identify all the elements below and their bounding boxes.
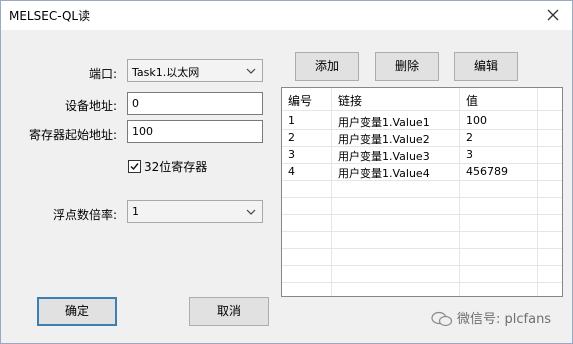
wechat-icon: [431, 311, 453, 327]
column-header-value[interactable]: 值: [466, 92, 478, 109]
row-value: 100: [466, 114, 487, 127]
float-rate-label: 浮点数倍率:: [52, 208, 117, 222]
register-start-label: 寄存器起始地址:: [28, 128, 117, 142]
row-link: 用户变量1.Value1: [338, 116, 430, 129]
row-divider: [282, 282, 562, 283]
dialog-window: MELSEC-QL读 端口: Task1.以太网 设备地址: 0 寄存器起始地址…: [0, 0, 573, 344]
row-divider: [282, 231, 562, 232]
port-select[interactable]: Task1.以太网: [127, 59, 263, 82]
row-divider: [282, 180, 562, 181]
row-id: 4: [288, 165, 295, 178]
row-divider: [282, 197, 562, 198]
checkbox-box[interactable]: [128, 160, 141, 173]
row-divider: [282, 129, 562, 130]
register-start-field[interactable]: 100: [127, 120, 263, 143]
reg32-label: 32位寄存器: [144, 160, 208, 174]
row-value: 3: [466, 148, 473, 161]
checkmark-icon: [130, 163, 139, 171]
register-start-value: 100: [132, 125, 153, 138]
chevron-down-icon: [246, 68, 256, 74]
add-button[interactable]: 添加: [295, 52, 359, 81]
chevron-down-icon: [246, 209, 256, 215]
variable-table[interactable]: 编号 链接 值 1 用户变量1.Value1 100 2 用户变量1.Value…: [281, 87, 563, 297]
column-header-id[interactable]: 编号: [288, 92, 312, 109]
table-header: 编号 链接 值: [282, 88, 562, 110]
row-link: 用户变量1.Value4: [338, 167, 430, 180]
row-divider: [282, 214, 562, 215]
title-bar: MELSEC-QL读: [1, 1, 572, 30]
close-icon[interactable]: [544, 6, 562, 24]
row-id: 1: [288, 114, 295, 127]
cancel-button[interactable]: 取消: [189, 297, 269, 326]
row-id: 2: [288, 131, 295, 144]
row-divider: [282, 110, 562, 111]
device-address-field[interactable]: 0: [127, 92, 263, 115]
port-label: 端口:: [88, 67, 117, 81]
column-header-link[interactable]: 链接: [338, 92, 362, 109]
row-link: 用户变量1.Value2: [338, 133, 430, 146]
row-link: 用户变量1.Value3: [338, 150, 430, 163]
row-divider: [282, 163, 562, 164]
row-value: 456789: [466, 165, 508, 178]
port-value: Task1.以太网: [132, 66, 200, 79]
row-divider: [282, 146, 562, 147]
float-rate-select[interactable]: 1: [127, 200, 263, 223]
device-address-value: 0: [132, 97, 139, 110]
row-divider: [282, 265, 562, 266]
edit-button[interactable]: 编辑: [454, 52, 518, 81]
delete-button[interactable]: 删除: [375, 52, 439, 81]
window-title: MELSEC-QL读: [9, 9, 91, 23]
ok-button[interactable]: 确定: [37, 297, 117, 326]
watermark-text: 微信号: plcfans: [457, 312, 552, 327]
row-value: 2: [466, 131, 473, 144]
device-address-label: 设备地址:: [64, 99, 117, 113]
float-rate-value: 1: [132, 205, 139, 218]
row-divider: [282, 248, 562, 249]
row-id: 3: [288, 148, 295, 161]
